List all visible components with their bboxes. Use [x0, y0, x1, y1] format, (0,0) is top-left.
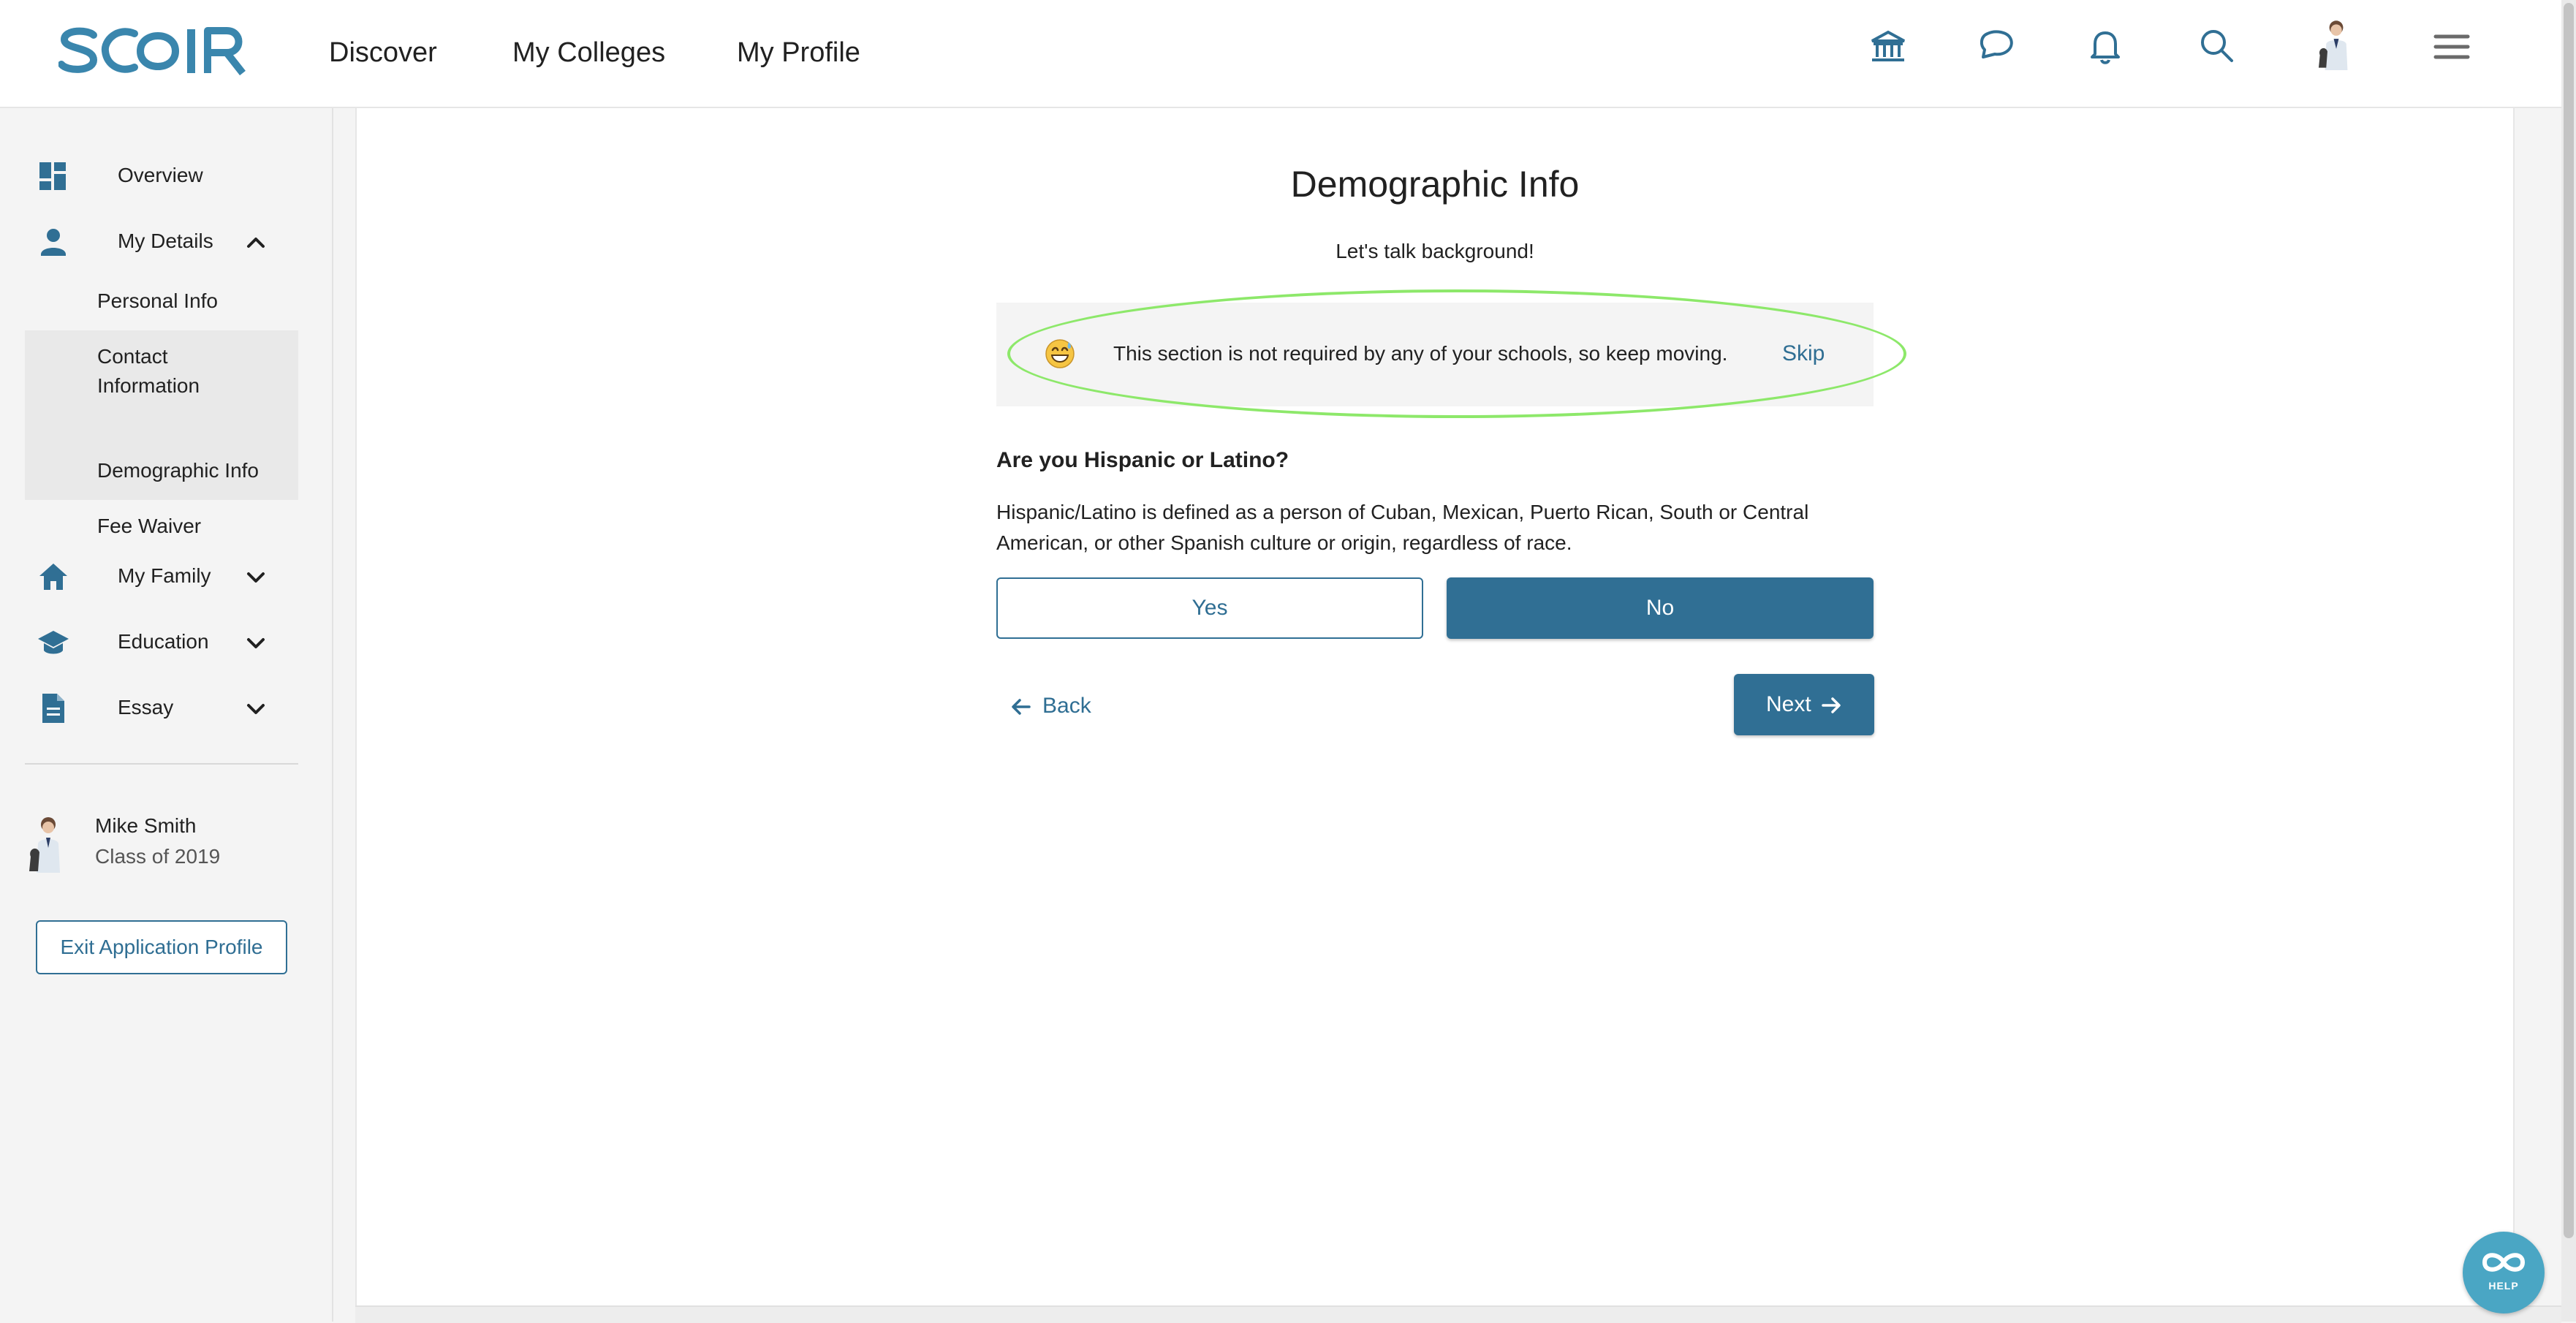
scoir-logo-mark: [58, 27, 246, 76]
infinity-icon: [2482, 1253, 2526, 1272]
chevron-down-icon[interactable]: [243, 630, 269, 656]
sidebar-subitem-personal-info[interactable]: Personal Info: [25, 284, 298, 319]
chat-icon[interactable]: [1970, 20, 2023, 73]
arrow-left-icon: [1012, 699, 1031, 715]
sidebar-item-my-details[interactable]: My Details: [0, 215, 307, 268]
dashboard-icon: [37, 159, 70, 193]
sidebar-subitem-contact-information[interactable]: Contact Information: [25, 330, 298, 437]
back-button-label: Back: [1042, 694, 1091, 718]
sidebar-subitem-fee-waiver[interactable]: Fee Waiver: [25, 506, 298, 547]
hamburger-menu-icon[interactable]: [2425, 20, 2478, 73]
skip-link[interactable]: Skip: [1782, 339, 1825, 368]
answer-no-button[interactable]: No: [1447, 577, 1874, 639]
page-title: Demographic Info: [1290, 164, 1580, 205]
main-content-panel: [355, 108, 2515, 1307]
help-button[interactable]: HELP: [2463, 1232, 2545, 1313]
bell-icon[interactable]: [2079, 20, 2132, 73]
graduation-cap-icon: [37, 626, 70, 659]
home-icon: [37, 560, 70, 594]
grinning-sweat-emoji-icon: [1044, 338, 1076, 370]
question-hispanic-latino: Are you Hispanic or Latino?: [996, 448, 1289, 472]
document-icon: [37, 691, 70, 725]
sidebar-item-overview[interactable]: Overview: [0, 149, 307, 202]
question-definition-text: Hispanic/Latino is defined as a person o…: [996, 501, 1809, 554]
answer-yes-button[interactable]: Yes: [996, 577, 1423, 639]
sidebar-item-my-family[interactable]: My Family: [0, 550, 307, 602]
sidebar-item-label: My Details: [118, 230, 213, 252]
search-icon[interactable]: [2191, 20, 2243, 73]
sidebar-item-label: My Family: [118, 564, 211, 587]
next-button[interactable]: Next: [1734, 674, 1874, 735]
next-button-label: Next: [1766, 692, 1811, 716]
sidebar-item-label: Education: [118, 630, 209, 653]
avatar: [26, 814, 70, 873]
nav-my-profile[interactable]: My Profile: [737, 32, 860, 73]
horizontal-scrollbar[interactable]: [355, 1305, 2561, 1323]
sidebar-item-label: Overview: [118, 164, 203, 186]
scoir-logo[interactable]: [58, 25, 250, 76]
notice-text: This section is not required by any of y…: [1113, 342, 1728, 365]
sidebar-item-label: Essay: [118, 696, 174, 719]
chevron-up-icon[interactable]: [243, 230, 269, 256]
chevron-down-icon[interactable]: [243, 696, 269, 722]
nav-discover[interactable]: Discover: [329, 32, 437, 73]
profile-class-year: Class of 2019: [95, 845, 221, 868]
sidebar-divider: [25, 763, 298, 765]
top-navigation-bar: Discover My Colleges My Profile: [0, 0, 2561, 108]
sidebar: Overview My Details Personal Info Contac…: [0, 108, 333, 1322]
page-subtitle: Let's talk background!: [1336, 240, 1534, 262]
arrow-right-icon: [1822, 697, 1841, 713]
exit-application-profile-button[interactable]: Exit Application Profile: [36, 920, 287, 974]
sidebar-item-education[interactable]: Education: [0, 615, 307, 668]
institution-icon[interactable]: [1862, 20, 1914, 73]
sidebar-subitem-label: Contact Information: [97, 345, 200, 397]
scrollbar-thumb[interactable]: [2564, 3, 2574, 1238]
sidebar-subitem-demographic-info[interactable]: Demographic Info: [25, 437, 298, 500]
sidebar-item-essay[interactable]: Essay: [0, 681, 307, 734]
avatar[interactable]: [2310, 18, 2368, 79]
nav-my-colleges[interactable]: My Colleges: [512, 32, 665, 73]
person-icon: [37, 225, 70, 259]
profile-name: Mike Smith: [95, 814, 197, 837]
chevron-down-icon[interactable]: [243, 564, 269, 591]
help-label: HELP: [2488, 1280, 2519, 1292]
